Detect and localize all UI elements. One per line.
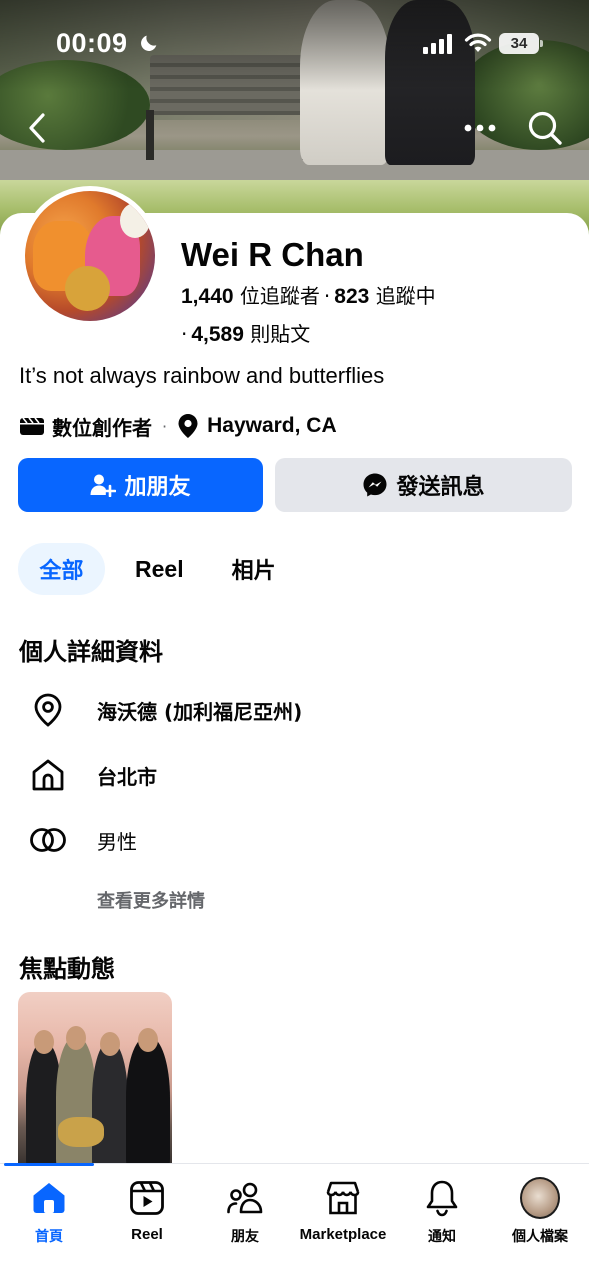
status-time: 00:09 bbox=[56, 28, 128, 58]
highlight-face bbox=[34, 1030, 54, 1054]
friends-icon bbox=[225, 1178, 265, 1218]
tabbar-marketplace-label: Marketplace bbox=[299, 1226, 387, 1243]
location-pin-icon bbox=[28, 690, 68, 730]
highlight-basket bbox=[58, 1117, 104, 1147]
search-icon bbox=[528, 111, 562, 145]
more-options-button[interactable] bbox=[460, 112, 500, 144]
profile-meta: 數位創作者 · Hayward, CA bbox=[19, 410, 337, 442]
battery-tip bbox=[540, 40, 543, 47]
following-label: 追蹤中 bbox=[375, 284, 436, 308]
tab-photos[interactable]: 相片 bbox=[232, 543, 276, 595]
profile-category: 數位創作者 bbox=[52, 415, 152, 440]
mini-avatar-image bbox=[520, 1177, 560, 1219]
profile-tabs: 全部 Reel 相片 bbox=[18, 543, 276, 595]
posts-count: 4,589 bbox=[191, 323, 244, 346]
highlight-person bbox=[56, 1037, 96, 1172]
battery-level: 34 bbox=[510, 35, 528, 52]
tabbar-reel-label: Reel bbox=[131, 1226, 163, 1243]
send-message-button[interactable]: 發送訊息 bbox=[275, 458, 572, 512]
avatar-figure bbox=[120, 203, 150, 238]
bell-icon bbox=[422, 1178, 462, 1218]
featured-title: 焦點動態 bbox=[19, 955, 115, 983]
detail-hometown-text: 台北市 bbox=[97, 764, 157, 789]
signal-icon bbox=[423, 34, 452, 54]
profile-bio: It’s not always rainbow and butterflies bbox=[19, 363, 385, 388]
status-bar: 00:09 34 bbox=[0, 0, 589, 88]
tab-all[interactable]: 全部 bbox=[18, 543, 105, 595]
separator-dot: · bbox=[181, 322, 188, 346]
profile-location[interactable]: Hayward, CA bbox=[207, 414, 337, 438]
highlight-face bbox=[138, 1028, 158, 1052]
post-stats[interactable]: · 4,589 則貼文 bbox=[181, 318, 310, 347]
chevron-left-icon bbox=[29, 113, 45, 143]
add-friend-label: 加朋友 bbox=[124, 475, 191, 500]
following-count: 823 bbox=[334, 285, 370, 308]
add-friend-button[interactable]: 加朋友 bbox=[18, 458, 263, 512]
gender-rings-icon bbox=[28, 820, 68, 860]
location-pin-icon bbox=[178, 414, 198, 438]
marketplace-icon bbox=[323, 1178, 363, 1218]
tabbar-marketplace[interactable]: Marketplace bbox=[294, 1164, 392, 1254]
tabbar-home[interactable]: 首頁 bbox=[0, 1164, 98, 1254]
more-dots-icon bbox=[464, 124, 496, 132]
tabbar-home-label: 首頁 bbox=[35, 1229, 63, 1245]
detail-gender-text: 男性 bbox=[97, 829, 137, 854]
posts-label: 則貼文 bbox=[250, 322, 311, 346]
home-icon bbox=[29, 1178, 69, 1218]
detail-row-hometown[interactable]: 台北市 bbox=[28, 755, 157, 795]
tab-reel[interactable]: Reel bbox=[135, 543, 184, 595]
tabbar-friends[interactable]: 朋友 bbox=[196, 1164, 294, 1254]
tabbar-notifications[interactable]: 通知 bbox=[393, 1164, 491, 1254]
highlight-face bbox=[100, 1032, 120, 1056]
clapperboard-icon bbox=[20, 417, 44, 435]
detail-location-text: 海沃德 (加利福尼亞州) bbox=[97, 699, 303, 724]
tabbar-profile[interactable]: 個人檔案 bbox=[491, 1164, 589, 1254]
details-title: 個人詳細資料 bbox=[19, 638, 163, 666]
highlight-person bbox=[126, 1037, 170, 1172]
add-friend-icon bbox=[90, 474, 117, 497]
follow-stats[interactable]: 1,440 位追蹤者 · 823 追蹤中 bbox=[181, 280, 436, 309]
profile-avatar[interactable] bbox=[25, 191, 155, 321]
battery-indicator: 34 bbox=[499, 33, 539, 54]
detail-row-gender[interactable]: 男性 bbox=[28, 820, 137, 860]
profile-tab-avatar bbox=[520, 1177, 560, 1219]
cover-bench-leg bbox=[146, 110, 154, 160]
separator-dot: · bbox=[162, 416, 168, 436]
followers-label: 位追蹤者 bbox=[239, 284, 320, 308]
tabbar-profile-label: 個人檔案 bbox=[512, 1229, 568, 1245]
featured-highlight-card[interactable] bbox=[18, 992, 172, 1172]
highlight-person bbox=[92, 1042, 128, 1172]
avatar-figure bbox=[65, 266, 110, 311]
followers-count: 1,440 bbox=[181, 285, 234, 308]
tabbar-reel[interactable]: Reel bbox=[98, 1164, 196, 1254]
profile-name: Wei R Chan bbox=[181, 236, 364, 273]
home-icon bbox=[28, 755, 68, 795]
search-button[interactable] bbox=[525, 108, 565, 148]
wifi-icon bbox=[464, 33, 492, 52]
tabbar-notifications-label: 通知 bbox=[428, 1229, 456, 1245]
separator-dot: · bbox=[323, 284, 331, 308]
moon-icon bbox=[141, 35, 157, 51]
back-button[interactable] bbox=[20, 110, 54, 146]
highlight-face bbox=[66, 1026, 86, 1050]
reel-icon bbox=[127, 1178, 167, 1218]
see-more-details-link[interactable]: 查看更多詳情 bbox=[97, 887, 205, 913]
tabbar-friends-label: 朋友 bbox=[231, 1229, 259, 1245]
send-message-label: 發送訊息 bbox=[396, 475, 485, 500]
messenger-icon bbox=[363, 473, 387, 497]
detail-row-location[interactable]: 海沃德 (加利福尼亞州) bbox=[28, 690, 302, 730]
bottom-tab-bar: 首頁 Reel 朋友 Marketplace 通知 個人檔案 bbox=[0, 1163, 589, 1280]
